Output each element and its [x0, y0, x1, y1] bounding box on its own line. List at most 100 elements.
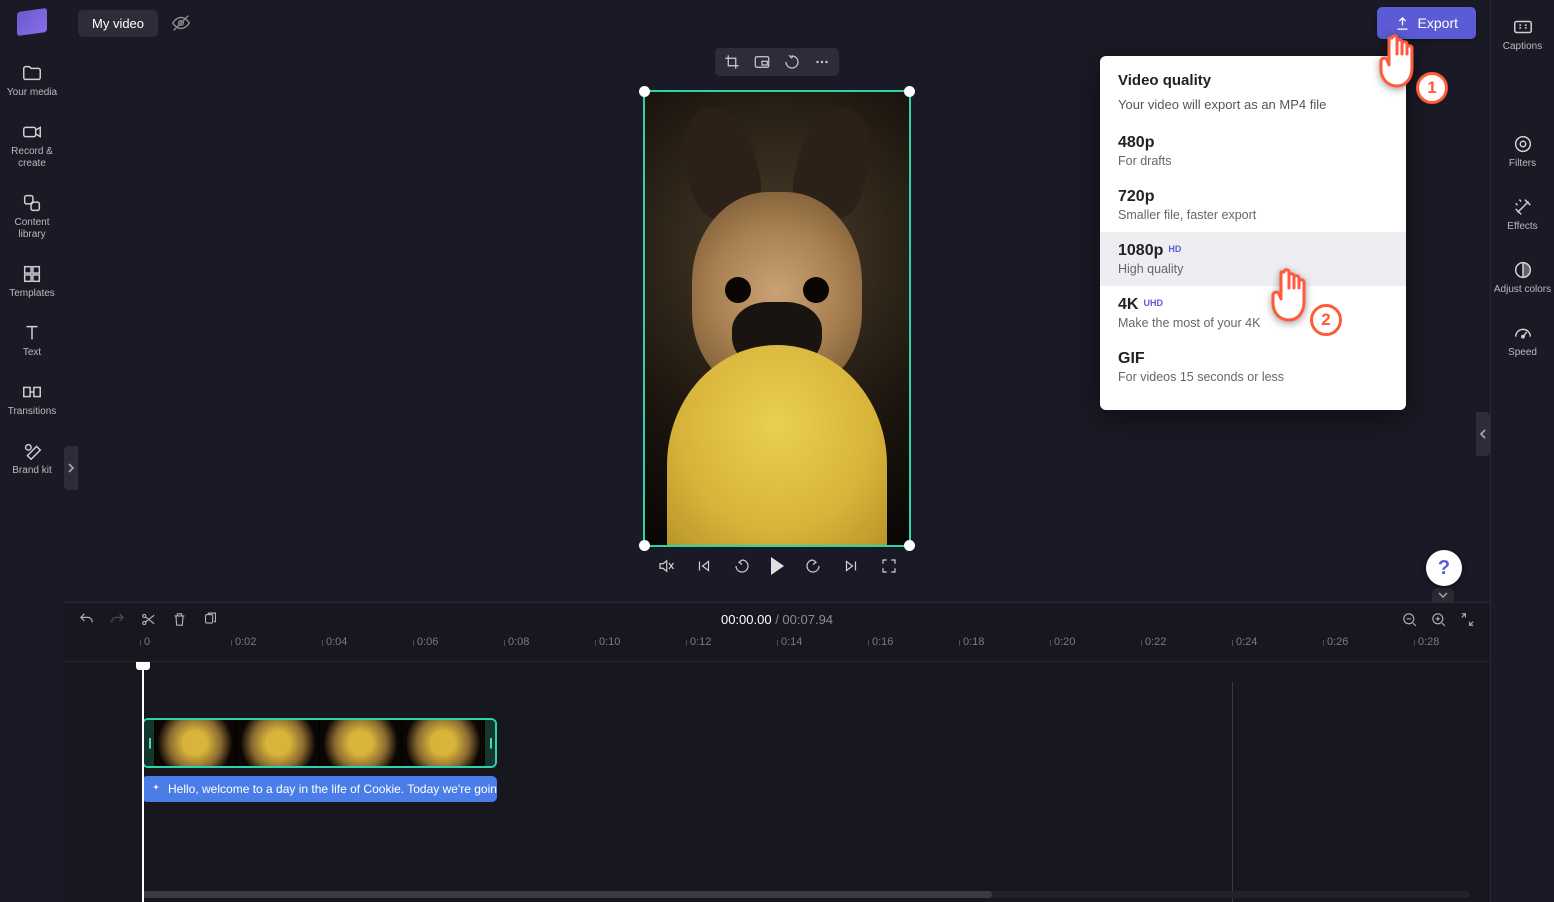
play-button[interactable]: [771, 557, 784, 575]
undo-icon[interactable]: [78, 611, 95, 628]
sidebar-effects-label: Effects: [1507, 221, 1537, 233]
split-icon[interactable]: [140, 611, 157, 628]
quality-sub: For videos 15 seconds or less: [1118, 370, 1388, 384]
fullscreen-icon[interactable]: [880, 557, 898, 575]
quality-option-480p[interactable]: 480pFor drafts: [1100, 124, 1406, 178]
skip-back-icon[interactable]: [695, 557, 713, 575]
annotation-cursor-2: 2: [1264, 264, 1322, 330]
rewind-icon[interactable]: [733, 557, 751, 575]
resize-handle-br[interactable]: [904, 540, 915, 551]
clip-thumbnails: [154, 720, 485, 766]
timeline: 00:00.00 / 00:07.94 00:020:040:060:080:1…: [64, 602, 1490, 902]
clip-handle-right[interactable]: ||: [485, 720, 495, 766]
expand-left-panel[interactable]: [64, 446, 78, 490]
quality-label: GIF: [1118, 350, 1145, 368]
right-sidebar: Captions Filters Effects Adjust colors: [1490, 0, 1554, 902]
delete-icon[interactable]: [171, 611, 188, 628]
quality-sub: For drafts: [1118, 154, 1388, 168]
resize-handle-tl[interactable]: [639, 86, 650, 97]
canvas-toolbar: [715, 48, 839, 76]
sidebar-speed-label: Speed: [1508, 347, 1537, 359]
sidebar-transitions-label: Transitions: [8, 406, 57, 418]
quality-option-4k[interactable]: 4K UHD Make the most of your 4K: [1100, 286, 1406, 340]
quality-sub: Make the most of your 4K: [1118, 316, 1388, 330]
help-button[interactable]: ?: [1426, 550, 1462, 586]
quality-badge: UHD: [1143, 298, 1163, 308]
crop-icon[interactable]: [723, 53, 741, 71]
export-popover: Video quality Your video will export as …: [1100, 56, 1406, 410]
ruler-mark: 0:12: [690, 636, 711, 648]
sidebar-filters-label: Filters: [1509, 158, 1536, 170]
duplicate-icon[interactable]: [202, 611, 219, 628]
more-options-icon[interactable]: [813, 53, 831, 71]
video-clip[interactable]: || ||: [142, 718, 497, 768]
ruler-mark: 0:16: [872, 636, 893, 648]
sidebar-adjust-colors-label: Adjust colors: [1494, 284, 1551, 296]
expand-right-panel[interactable]: [1476, 412, 1490, 456]
mute-icon[interactable]: [657, 557, 675, 575]
sparkle-icon: [150, 783, 162, 795]
export-popover-subtitle: Your video will export as an MP4 file: [1100, 97, 1406, 124]
current-time: 00:00.00: [721, 612, 772, 627]
caption-text: Hello, welcome to a day in the life of C…: [168, 782, 497, 796]
ruler-mark: 0:20: [1054, 636, 1075, 648]
sidebar-speed[interactable]: Speed: [1491, 316, 1554, 365]
quality-label: 4K: [1118, 296, 1138, 314]
quality-option-gif[interactable]: GIF For videos 15 seconds or less: [1100, 340, 1406, 394]
sidebar-captions[interactable]: Captions: [1491, 10, 1554, 59]
app-logo: [17, 8, 47, 36]
zoom-in-icon[interactable]: [1430, 611, 1447, 628]
sidebar-adjust-colors[interactable]: Adjust colors: [1491, 253, 1554, 302]
export-popover-title: Video quality: [1100, 72, 1406, 97]
ruler-mark: 0:02: [235, 636, 256, 648]
video-canvas[interactable]: [643, 90, 911, 547]
sidebar-effects[interactable]: Effects: [1491, 190, 1554, 239]
quality-label: 1080p: [1118, 242, 1163, 260]
quality-option-720p[interactable]: 720pSmaller file, faster export: [1100, 178, 1406, 232]
sidebar-content-library[interactable]: Content library: [0, 186, 64, 247]
top-bar: My video Export: [64, 0, 1490, 46]
ruler-mark: 0:06: [417, 636, 438, 648]
timeline-ruler[interactable]: 00:020:040:060:080:100:120:140:160:180:2…: [64, 636, 1490, 662]
pip-icon[interactable]: [753, 53, 771, 71]
help-collapse-caret[interactable]: [1432, 588, 1454, 602]
timeline-scrollbar[interactable]: [142, 891, 1470, 898]
resize-handle-tr[interactable]: [904, 86, 915, 97]
ruler-mark: 0:18: [963, 636, 984, 648]
skip-forward-icon[interactable]: [842, 557, 860, 575]
forward-icon[interactable]: [804, 557, 822, 575]
brand-kit-icon: [21, 440, 43, 462]
sidebar-record-create[interactable]: Record & create: [0, 115, 64, 176]
sidebar-templates[interactable]: Templates: [0, 257, 64, 306]
time-readout: 00:00.00 / 00:07.94: [721, 612, 833, 627]
sidebar-your-media[interactable]: Your media: [0, 56, 64, 105]
redo-icon[interactable]: [109, 611, 126, 628]
visibility-off-icon[interactable]: [170, 12, 192, 34]
video-title[interactable]: My video: [78, 10, 158, 37]
fit-timeline-icon[interactable]: [1459, 611, 1476, 628]
ruler-mark: 0:14: [781, 636, 802, 648]
sidebar-text[interactable]: Text: [0, 316, 64, 365]
folder-icon: [21, 62, 43, 84]
resize-handle-bl[interactable]: [639, 540, 650, 551]
quality-badge: HD: [1168, 244, 1181, 254]
playhead[interactable]: [142, 662, 144, 902]
rotate-icon[interactable]: [783, 53, 801, 71]
timeline-tracks[interactable]: || || Hello, welcome to a day in the lif…: [64, 662, 1490, 902]
caption-clip[interactable]: Hello, welcome to a day in the life of C…: [142, 776, 497, 802]
export-button-label: Export: [1418, 15, 1458, 31]
sidebar-filters[interactable]: Filters: [1491, 127, 1554, 176]
ruler-mark: 0: [144, 636, 150, 648]
quality-label: 720p: [1118, 188, 1154, 206]
ruler-mark: 0:22: [1145, 636, 1166, 648]
transitions-icon: [21, 381, 43, 403]
sidebar-transitions[interactable]: Transitions: [0, 375, 64, 424]
library-icon: [21, 192, 43, 214]
camera-icon: [21, 121, 43, 143]
zoom-out-icon[interactable]: [1401, 611, 1418, 628]
clip-handle-left[interactable]: ||: [144, 720, 154, 766]
captions-icon: [1512, 16, 1534, 38]
quality-option-1080p[interactable]: 1080pHDHigh quality: [1100, 232, 1406, 286]
upload-icon: [1395, 16, 1410, 31]
sidebar-brand-kit[interactable]: Brand kit: [0, 434, 64, 483]
